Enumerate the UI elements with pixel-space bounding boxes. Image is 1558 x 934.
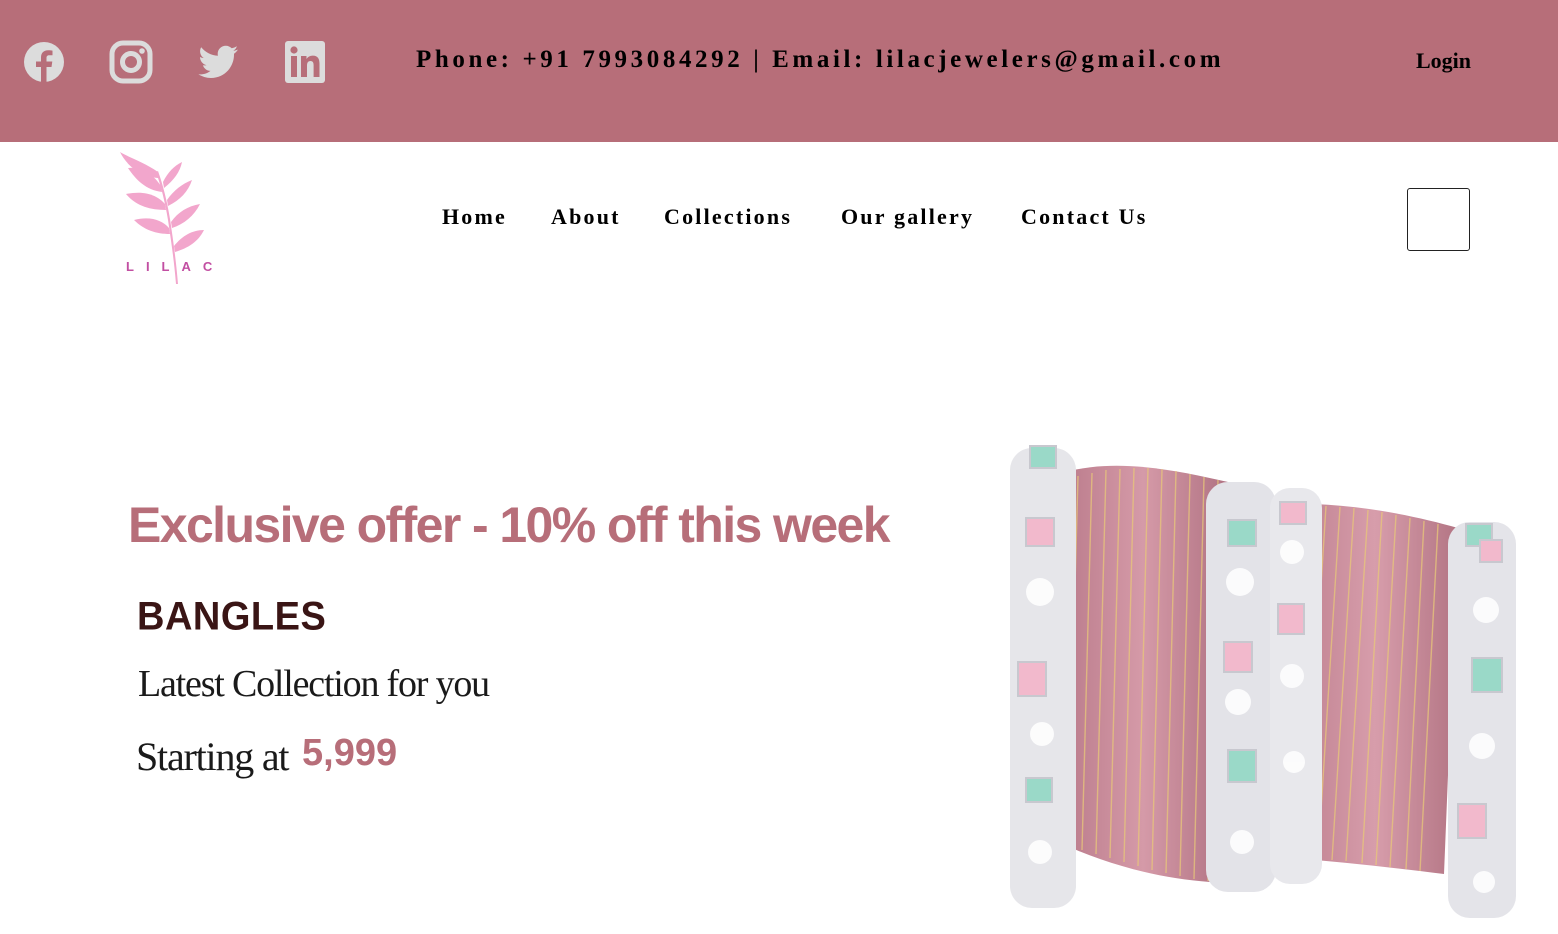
starting-label: Starting at xyxy=(136,734,290,779)
nav-our-gallery[interactable]: Our gallery xyxy=(841,204,974,230)
hero-subtitle: Latest Collection for you xyxy=(138,663,490,705)
contact-info: Phone: +91 7993084292 | Email: lilacjewe… xyxy=(416,46,1225,73)
price-value: 5,999 xyxy=(302,732,398,774)
nav-home[interactable]: Home xyxy=(442,204,507,230)
nav-contact-us[interactable]: Contact Us xyxy=(1021,204,1148,230)
top-bar: Phone: +91 7993084292 | Email: lilacjewe… xyxy=(0,0,1558,142)
nav-collections[interactable]: Collections xyxy=(664,204,792,230)
bangles-product-image xyxy=(996,432,1524,926)
offer-headline: Exclusive offer - 10% off this week xyxy=(128,497,891,553)
nav-about[interactable]: About xyxy=(551,204,621,230)
logo-text: LILAC xyxy=(126,259,220,274)
facebook-icon[interactable] xyxy=(22,40,66,84)
linkedin-icon[interactable] xyxy=(284,40,328,84)
instagram-icon[interactable] xyxy=(109,40,153,84)
menu-toggle-button[interactable] xyxy=(1407,188,1470,251)
category-title: BANGLES xyxy=(137,594,327,640)
twitter-icon[interactable] xyxy=(196,40,240,84)
lilac-logo[interactable]: LILAC xyxy=(116,150,220,286)
login-link[interactable]: Login xyxy=(1416,48,1471,74)
